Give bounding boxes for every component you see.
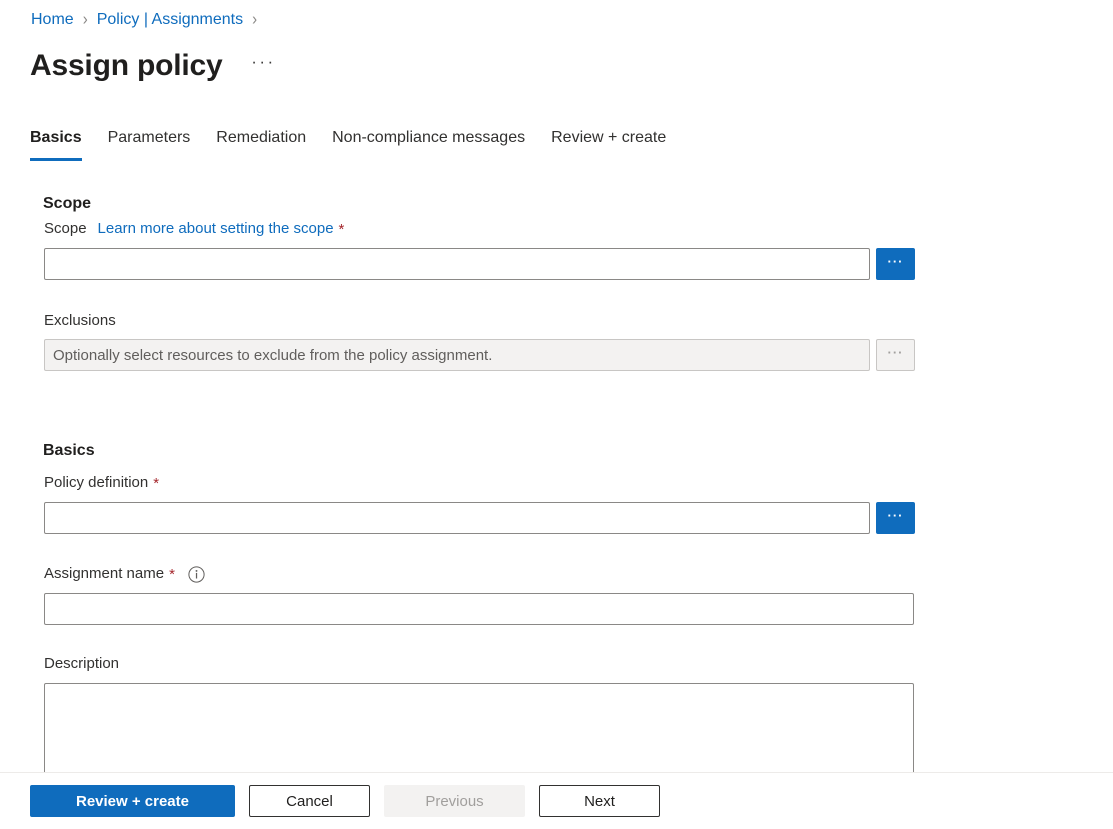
exclusions-browse-button[interactable]: ···: [876, 339, 915, 371]
breadcrumb: Home › Policy | Assignments ›: [31, 8, 266, 32]
description-label-text: Description: [44, 653, 119, 675]
exclusions-field-label: Exclusions: [44, 310, 116, 332]
cancel-button[interactable]: Cancel: [249, 785, 370, 817]
tab-basics[interactable]: Basics: [17, 126, 95, 161]
scope-section-heading: Scope: [43, 193, 91, 215]
scope-input[interactable]: [44, 248, 870, 280]
policy-definition-field-label: Policy definition *: [44, 472, 159, 494]
next-button[interactable]: Next: [539, 785, 660, 817]
wizard-footer: Review + create Cancel Previous Next: [0, 772, 1113, 829]
scope-label-text: Scope: [44, 218, 87, 240]
policy-definition-browse-button[interactable]: ···: [876, 502, 915, 534]
description-field-label: Description: [44, 653, 119, 675]
form-content: Scope Scope Learn more about setting the…: [0, 182, 1113, 772]
review-create-button[interactable]: Review + create: [30, 785, 235, 817]
wizard-tabs: Basics Parameters Remediation Non-compli…: [30, 126, 679, 166]
policy-definition-input[interactable]: [44, 502, 870, 534]
assignment-name-required-asterisk: *: [169, 567, 175, 582]
chevron-right-icon: ›: [252, 6, 257, 34]
page-header: Assign policy ···: [30, 46, 278, 86]
exclusions-label-text: Exclusions: [44, 310, 116, 332]
assignment-name-field-label: Assignment name *: [44, 563, 205, 585]
breadcrumb-link-home[interactable]: Home: [31, 8, 74, 32]
assignment-name-input[interactable]: [44, 593, 914, 625]
info-icon[interactable]: [188, 566, 205, 583]
page-title: Assign policy: [30, 46, 222, 86]
more-options-icon[interactable]: ···: [248, 52, 278, 80]
tab-parameters[interactable]: Parameters: [95, 126, 204, 161]
tab-remediation[interactable]: Remediation: [203, 126, 319, 161]
policy-definition-label-text: Policy definition: [44, 472, 148, 494]
learn-more-scope-link[interactable]: Learn more about setting the scope: [98, 218, 334, 240]
scope-required-asterisk: *: [339, 222, 345, 237]
previous-button[interactable]: Previous: [384, 785, 525, 817]
basics-section-heading: Basics: [43, 440, 95, 462]
exclusions-input[interactable]: [44, 339, 870, 371]
description-textarea[interactable]: [44, 683, 914, 772]
chevron-right-icon: ›: [83, 6, 88, 34]
breadcrumb-link-policy-assignments[interactable]: Policy | Assignments: [97, 8, 243, 32]
scope-field-label: Scope Learn more about setting the scope…: [44, 218, 344, 240]
policy-definition-required-asterisk: *: [153, 476, 159, 491]
scope-browse-button[interactable]: ···: [876, 248, 915, 280]
assignment-name-label-text: Assignment name: [44, 563, 164, 585]
tab-review-create[interactable]: Review + create: [538, 126, 679, 161]
tab-non-compliance-messages[interactable]: Non-compliance messages: [319, 126, 538, 161]
